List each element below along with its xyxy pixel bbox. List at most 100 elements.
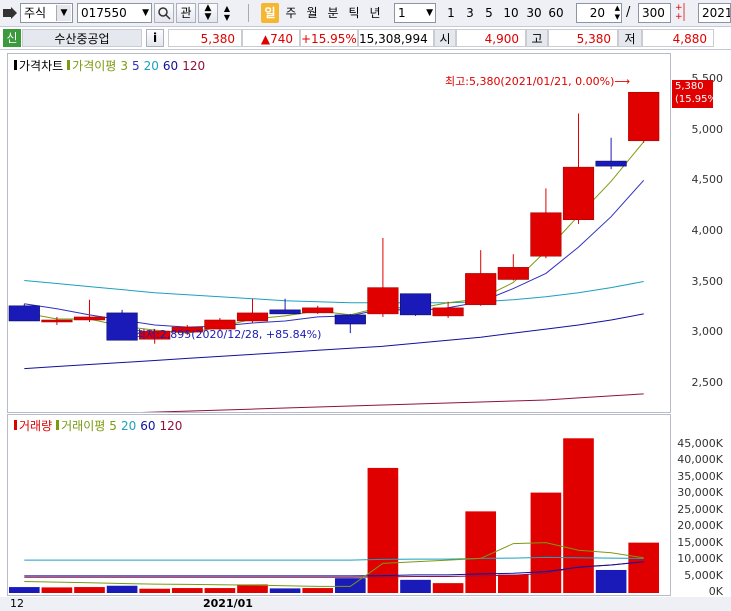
stock-code-input[interactable]: 017550 ▼ (77, 3, 152, 23)
info-button[interactable]: i (146, 29, 164, 47)
volume-y-tick: 20,000K (677, 519, 723, 533)
price-y-tick: 3,500 (691, 274, 724, 288)
chevron-down-icon: ▼ (426, 8, 433, 18)
min-annotation: ⟵최저:2,895(2020/12/28, +85.84%) (120, 326, 321, 342)
high-label: 고 (526, 29, 548, 47)
period-count-select[interactable]: 1 ▼ (394, 3, 436, 23)
prev-next-button[interactable]: ▲ ▼ (198, 3, 218, 23)
ma20-line (24, 280, 644, 304)
current-price: 5,380 (168, 29, 242, 47)
volume-y-tick: 40,000K (677, 453, 723, 467)
quick-count-1[interactable]: 1 (442, 3, 460, 23)
price-change: ▲740 (242, 29, 300, 47)
volume-y-axis: 45,000K 40,000K 35,000K 30,000K 25,000K 20,00… (672, 414, 731, 598)
volume-y-tick: 30,000K (677, 486, 723, 500)
volume-bar (563, 438, 594, 593)
top-toolbar: 주식 ▼ 017550 ▼ 관 ▲ ▼ ▲ ▼ 일 주 월 분 틱 년 1 ▼ 1 … (0, 0, 731, 27)
screen-menu-icon[interactable] (3, 5, 17, 21)
volume-bar (334, 578, 366, 593)
min-annotation-text: 최저:2,895(2020/12/28, +85.84%) (135, 328, 322, 341)
change-rate: +15.95% (300, 29, 358, 47)
quick-count-5[interactable]: 5 (480, 3, 498, 23)
market-select[interactable]: 주식 ▼ (20, 3, 73, 23)
ma120-line (141, 393, 644, 412)
price-y-tick: 5,000 (691, 122, 724, 136)
stock-code-value: 017550 (81, 6, 127, 20)
volume-bar (465, 511, 497, 593)
arrow-right-icon: ⟶ (614, 75, 631, 88)
date-value: 2021/ (702, 6, 730, 20)
period-count-value: 1 (398, 6, 406, 20)
arrow-left-icon: ⟵ (120, 328, 136, 341)
price-chart (8, 91, 660, 412)
candle-body (530, 212, 562, 257)
volume-bar (497, 574, 529, 593)
candle-body (465, 273, 497, 306)
spin-icon: ▲ ▼ (614, 4, 620, 21)
expand-icon[interactable]: +| +| (675, 4, 691, 22)
view-count-input[interactable]: 20 ▲ ▼ (576, 3, 622, 23)
date-input[interactable]: 2021/ (698, 3, 731, 23)
candle-body (432, 307, 464, 317)
volume-value: 15,308,994 (358, 29, 434, 47)
period-day[interactable]: 일 (261, 3, 279, 23)
candle-body (497, 267, 529, 280)
low-value: 4,880 (642, 29, 714, 47)
search-button[interactable] (154, 3, 174, 23)
x-axis: 12 2021/01 (0, 597, 731, 611)
candle-body (628, 91, 660, 142)
volume-bar (139, 588, 171, 593)
volume-y-tick: 10,000K (677, 552, 723, 566)
period-week[interactable]: 주 (282, 3, 300, 23)
current-price-tag-value: 5,380 (675, 81, 704, 92)
volume-y-tick: 35,000K (677, 469, 723, 483)
price-y-tick: 2,500 (691, 375, 724, 389)
volume-bar (8, 587, 40, 593)
period-year[interactable]: 년 (366, 3, 384, 23)
volume-bar (628, 542, 660, 593)
period-minute[interactable]: 분 (324, 3, 342, 23)
quick-count-10[interactable]: 10 (500, 3, 522, 23)
max-annotation: 최고:5,380(2021/01/21, 0.00%)⟶ (445, 73, 630, 89)
volume-bar (302, 588, 334, 593)
high-value: 5,380 (548, 29, 618, 47)
period-tick[interactable]: 틱 (345, 3, 363, 23)
candle-body (367, 287, 399, 315)
volume-bar (595, 569, 627, 593)
volume-bar (74, 587, 105, 593)
price-y-tick: 3,000 (691, 325, 724, 339)
volume-y-tick: 5,000K (684, 568, 723, 582)
candle-body (562, 166, 595, 221)
current-price-tag-rate: (15.95%) (675, 94, 721, 105)
open-value: 4,900 (456, 29, 526, 47)
quick-count-30[interactable]: 30 (523, 3, 545, 23)
candle-body (334, 314, 366, 325)
volume-bar (204, 588, 236, 593)
period-month[interactable]: 월 (303, 3, 321, 23)
volume-bar (106, 585, 138, 593)
open-label: 시 (434, 29, 456, 47)
quick-count-60[interactable]: 60 (545, 3, 567, 23)
volume-bar (432, 583, 464, 593)
spin-icon[interactable]: ▲ ▼ (220, 4, 234, 22)
volume-bar (400, 579, 431, 593)
x-axis-date-label: 2021/01 (203, 597, 253, 610)
candle-body (41, 319, 73, 323)
new-badge: 신 (3, 29, 21, 47)
total-count-input[interactable]: 300 (638, 3, 671, 23)
search-icon (157, 7, 171, 23)
candle-body (269, 309, 301, 315)
quick-count-3[interactable]: 3 (461, 3, 479, 23)
view-count-value: 20 (589, 6, 605, 20)
total-count-value: 300 (642, 6, 665, 20)
candle-body (595, 160, 627, 167)
volume-y-tick: 15,000K (677, 535, 723, 549)
stock-name[interactable]: 수산중공업 (22, 29, 142, 47)
interest-button[interactable]: 관 (176, 3, 196, 23)
chevron-down-icon: ▼ (56, 5, 71, 21)
volume-bar (171, 588, 203, 593)
candle-body (236, 312, 269, 322)
volume-bar (269, 588, 301, 593)
volume-bar (41, 587, 73, 593)
updown-arrows-icon: ▲ ▼ (204, 3, 212, 22)
